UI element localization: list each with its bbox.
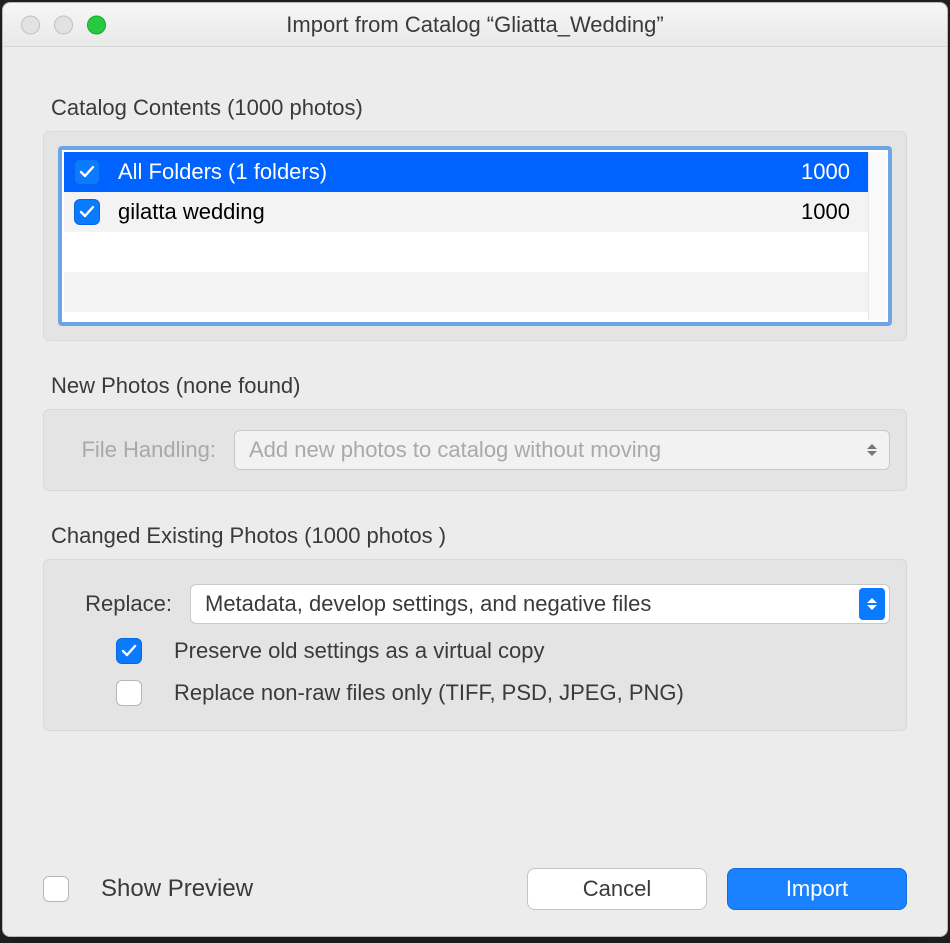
dialog-content: Catalog Contents (1000 photos) All Folde… [3,47,947,936]
new-photos-label: New Photos (none found) [51,373,907,399]
cancel-button[interactable]: Cancel [527,868,707,910]
file-handling-value: Add new photos to catalog without moving [249,437,661,463]
nonraw-label: Replace non-raw files only (TIFF, PSD, J… [174,680,684,706]
list-item-empty [64,272,868,312]
dialog-footer: Show Preview Cancel Import [43,838,907,910]
list-item-empty [64,232,868,272]
preserve-label: Preserve old settings as a virtual copy [174,638,545,664]
new-photos-panel: File Handling: Add new photos to catalog… [43,409,907,491]
folder-checkbox[interactable] [74,199,100,225]
preserve-checkbox[interactable] [116,638,142,664]
preserve-old-settings-row[interactable]: Preserve old settings as a virtual copy [60,630,890,672]
list-item[interactable]: All Folders (1 folders) 1000 [64,152,868,192]
updown-stepper-icon[interactable] [859,588,885,620]
scrollbar[interactable] [868,152,886,320]
folder-checkbox[interactable] [74,159,100,185]
folder-name: gilatta wedding [118,199,265,225]
traffic-lights [21,15,106,34]
changed-photos-label: Changed Existing Photos (1000 photos ) [51,523,907,549]
replace-select[interactable]: Metadata, develop settings, and negative… [190,584,890,624]
replace-label: Replace: [60,591,180,617]
minimize-window-button[interactable] [54,15,73,34]
nonraw-checkbox[interactable] [116,680,142,706]
updown-stepper-icon [859,434,885,466]
import-dialog: Import from Catalog “Gliatta_Wedding” Ca… [2,2,948,937]
list-item[interactable]: gilatta wedding 1000 [64,192,868,232]
close-window-button[interactable] [21,15,40,34]
maximize-window-button[interactable] [87,15,106,34]
folder-listbox[interactable]: All Folders (1 folders) 1000 gilatta wed… [58,146,892,326]
show-preview-label: Show Preview [101,875,253,903]
folder-count: 1000 [801,199,850,225]
show-preview-row[interactable]: Show Preview [43,875,253,903]
show-preview-checkbox[interactable] [43,876,69,902]
catalog-contents-label: Catalog Contents (1000 photos) [51,95,907,121]
file-handling-select: Add new photos to catalog without moving [234,430,890,470]
titlebar[interactable]: Import from Catalog “Gliatta_Wedding” [3,3,947,47]
file-handling-label: File Handling: [60,437,224,463]
replace-nonraw-row[interactable]: Replace non-raw files only (TIFF, PSD, J… [60,672,890,714]
window-title: Import from Catalog “Gliatta_Wedding” [286,12,663,38]
folder-name: All Folders (1 folders) [118,159,327,185]
catalog-contents-panel: All Folders (1 folders) 1000 gilatta wed… [43,131,907,341]
folder-count: 1000 [801,159,850,185]
changed-photos-panel: Replace: Metadata, develop settings, and… [43,559,907,731]
import-button[interactable]: Import [727,868,907,910]
replace-value: Metadata, develop settings, and negative… [205,591,651,617]
